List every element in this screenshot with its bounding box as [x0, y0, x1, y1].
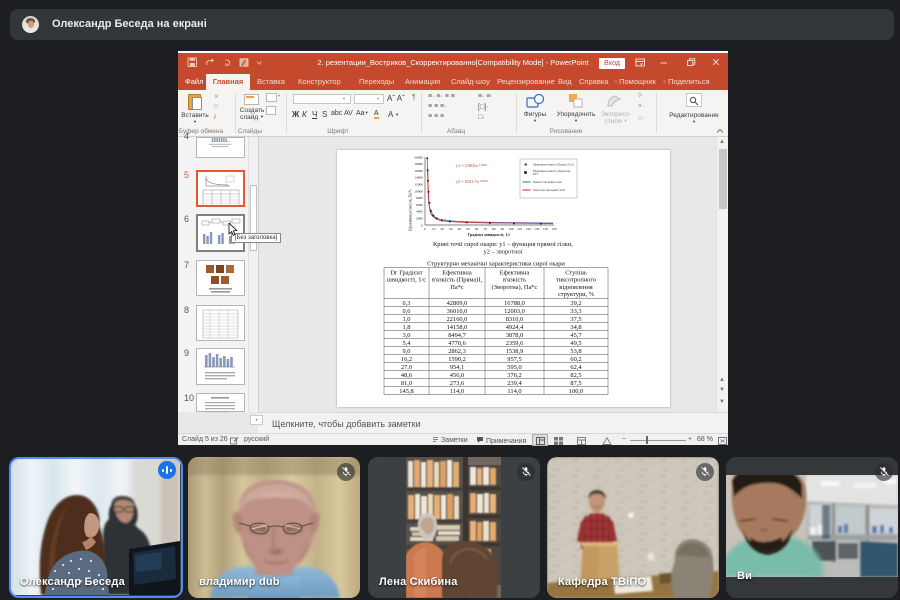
- svg-text:16,2: 16,2: [401, 356, 412, 363]
- svg-text:114,0: 114,0: [450, 388, 464, 395]
- svg-text:27,0: 27,0: [401, 364, 412, 371]
- svg-text:14158,0: 14158,0: [447, 324, 468, 331]
- svg-text:12000: 12000: [414, 183, 423, 187]
- svg-text:0: 0: [421, 223, 423, 227]
- svg-text:2359,6: 2359,6: [506, 340, 524, 347]
- svg-text:(Зворотна), Па*с: (Зворотна), Па*с: [492, 284, 538, 291]
- svg-text:16788,0: 16788,0: [504, 300, 525, 307]
- svg-text:9,0: 9,0: [403, 348, 411, 355]
- svg-text:Структурно механічні характери: Структурно механічні характеристики сиро…: [427, 261, 565, 268]
- svg-text:12003,0: 12003,0: [504, 308, 525, 315]
- svg-text:Ефективна в'язкість (Пряма, Па: Ефективна в'язкість (Пряма, Па*с): [533, 164, 574, 167]
- svg-text:20: 20: [440, 227, 444, 231]
- svg-text:Криві течії сирої окари: у1 –: Криві течії сирої окари: у1 – функция пр…: [433, 241, 573, 248]
- svg-text:49,5: 49,5: [570, 340, 581, 347]
- svg-text:140: 140: [543, 227, 549, 231]
- svg-text:39,2: 39,2: [570, 300, 581, 307]
- svg-text:8000: 8000: [416, 196, 423, 200]
- svg-text:80: 80: [492, 227, 496, 231]
- svg-text:114,0: 114,0: [507, 388, 521, 395]
- svg-text:120: 120: [526, 227, 532, 231]
- svg-text:90: 90: [501, 227, 505, 231]
- svg-text:6000: 6000: [416, 203, 423, 207]
- svg-text:y1 = 21802x-1.0895: y1 = 21802x-1.0895: [456, 163, 488, 168]
- svg-text:4000: 4000: [416, 210, 423, 214]
- svg-text:60: 60: [475, 227, 479, 231]
- svg-text:18000: 18000: [414, 162, 423, 166]
- svg-text:5,4: 5,4: [403, 340, 412, 347]
- svg-text:145,8: 145,8: [399, 388, 413, 395]
- svg-text:в'язкість: в'язкість: [503, 277, 526, 284]
- svg-text:456,0: 456,0: [450, 372, 464, 379]
- svg-text:53,8: 53,8: [570, 348, 581, 355]
- svg-text:Ефективна: Ефективна: [442, 270, 472, 277]
- svg-text:Dг Градієнт: Dг Градієнт: [390, 270, 422, 277]
- svg-text:1,8: 1,8: [403, 324, 411, 331]
- svg-text:110: 110: [517, 227, 522, 231]
- svg-text:відновлення: відновлення: [559, 284, 592, 291]
- svg-text:100: 100: [508, 227, 514, 231]
- svg-text:1,0: 1,0: [403, 316, 411, 323]
- svg-text:33,3: 33,3: [570, 308, 581, 315]
- svg-text:Ефективна в'язкість, Па*с: Ефективна в'язкість, Па*с: [409, 189, 414, 231]
- svg-text:81,0: 81,0: [401, 380, 412, 387]
- svg-text:3878,0: 3878,0: [506, 332, 524, 339]
- svg-text:10000: 10000: [414, 189, 423, 193]
- svg-text:Зворотна гілка кривої течії: Зворотна гілка кривої течії: [533, 189, 565, 192]
- svg-text:16000: 16000: [414, 169, 423, 173]
- svg-text:4924,4: 4924,4: [506, 324, 524, 331]
- svg-text:150: 150: [551, 227, 557, 231]
- svg-text:70: 70: [483, 227, 487, 231]
- svg-text:4770,6: 4770,6: [448, 340, 466, 347]
- svg-text:Ефективна: Ефективна: [500, 270, 530, 277]
- svg-text:62,4: 62,4: [570, 364, 582, 371]
- svg-text:20000: 20000: [414, 155, 423, 159]
- svg-text:48,6: 48,6: [401, 372, 412, 379]
- svg-text:0: 0: [424, 227, 426, 231]
- svg-text:45,7: 45,7: [570, 332, 582, 339]
- svg-text:Пряма гілка кривої течії: Пряма гілка кривої течії: [533, 181, 562, 184]
- svg-text:10: 10: [432, 227, 436, 231]
- svg-text:2862,3: 2862,3: [448, 348, 466, 355]
- svg-text:в'язкість (Пряма)І,: в'язкість (Пряма)І,: [432, 277, 483, 284]
- svg-text:Па*с: Па*с: [450, 284, 464, 291]
- svg-text:0,3: 0,3: [403, 300, 411, 307]
- svg-text:273,6: 273,6: [450, 380, 464, 387]
- svg-text:100,0: 100,0: [569, 388, 583, 395]
- svg-text:22160,0: 22160,0: [447, 316, 468, 323]
- svg-text:595,0: 595,0: [507, 364, 521, 371]
- svg-text:2000: 2000: [416, 217, 423, 221]
- svg-text:130: 130: [534, 227, 540, 231]
- svg-text:8494,7: 8494,7: [448, 332, 466, 339]
- svg-text:у2 – зворотної: у2 – зворотної: [484, 249, 523, 256]
- svg-text:структури, %: структури, %: [558, 291, 595, 298]
- svg-text:Ступінь: Ступінь: [565, 270, 587, 277]
- svg-text:36010,0: 36010,0: [447, 308, 468, 315]
- svg-text:y2 = 8241.7x-0.9067: y2 = 8241.7x-0.9067: [456, 179, 489, 184]
- svg-text:954,1: 954,1: [450, 364, 464, 371]
- svg-text:Па*с: Па*с: [533, 173, 540, 176]
- svg-text:14000: 14000: [414, 176, 423, 180]
- svg-text:60,2: 60,2: [570, 356, 581, 363]
- svg-text:тиксотропного: тиксотропного: [556, 277, 596, 284]
- svg-text:30: 30: [449, 227, 453, 231]
- svg-text:239,4: 239,4: [507, 380, 522, 387]
- svg-text:1538,9: 1538,9: [506, 348, 524, 355]
- svg-text:швидкості, 1/с: швидкості, 1/с: [387, 277, 426, 284]
- svg-text:42809,0: 42809,0: [447, 300, 468, 307]
- svg-text:3,0: 3,0: [403, 332, 411, 339]
- svg-text:Градієнт швидкості, 1/с: Градієнт швидкості, 1/с: [468, 232, 511, 237]
- svg-text:957,5: 957,5: [507, 356, 521, 363]
- svg-text:82,5: 82,5: [570, 372, 581, 379]
- svg-text:34,8: 34,8: [570, 324, 581, 331]
- svg-text:40: 40: [458, 227, 462, 231]
- svg-text:8310,0: 8310,0: [506, 316, 524, 323]
- svg-text:50: 50: [466, 227, 470, 231]
- svg-text:87,5: 87,5: [570, 380, 581, 387]
- svg-text:1590,2: 1590,2: [448, 356, 466, 363]
- svg-text:0,6: 0,6: [403, 308, 411, 315]
- svg-text:37,5: 37,5: [570, 316, 581, 323]
- svg-text:376,2: 376,2: [507, 372, 521, 379]
